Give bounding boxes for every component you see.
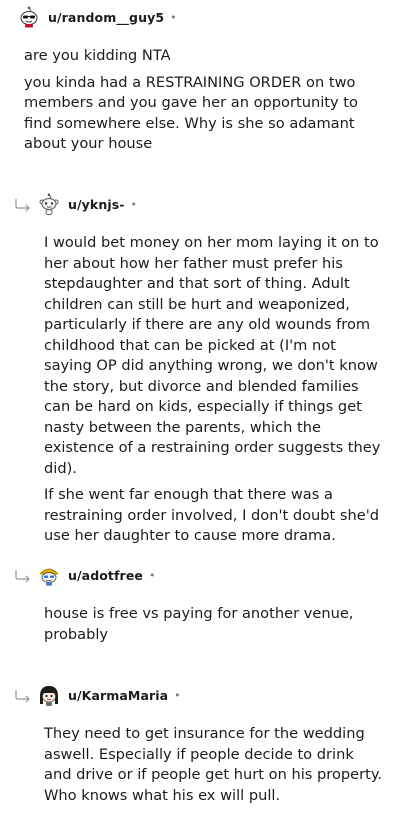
comment-paragraph: If she went far enough that there was a … (44, 486, 380, 544)
comment-header: u/KarmaMaria • (38, 683, 181, 707)
snoo-default-avatar-icon[interactable] (38, 193, 60, 215)
separator-dot: • (170, 10, 177, 24)
separator-dot: • (174, 688, 181, 702)
comment-body: are you kidding NTA you kinda had a REST… (24, 46, 384, 161)
comment-body: I would bet money on her mom laying it o… (44, 233, 384, 553)
comment-paragraph: They need to get insurance for the weddi… (44, 725, 383, 804)
comment-body: house is free vs paying for another venu… (44, 604, 384, 651)
comment-header: u/adotfree • (38, 563, 155, 587)
reply-arrow-icon (15, 570, 30, 583)
comment-username[interactable]: u/KarmaMaria (68, 688, 168, 703)
comment-header: u/yknjs- • (38, 192, 137, 216)
comment-paragraph: are you kidding NTA (24, 47, 171, 64)
comment-paragraph: house is free vs paying for another venu… (44, 605, 354, 643)
snoo-hardhat-avatar-icon[interactable] (38, 564, 60, 586)
comment-username[interactable]: u/yknjs- (68, 197, 125, 212)
reply-arrow-icon (15, 199, 30, 212)
comment-header: u/random__guy5 • (18, 5, 177, 29)
comment-body: They need to get insurance for the weddi… (44, 724, 384, 812)
comment-paragraph: I would bet money on her mom laying it o… (44, 234, 381, 477)
separator-dot: • (148, 568, 156, 582)
snoo-dark-hair-avatar-icon[interactable] (38, 684, 60, 706)
reply-arrow-icon (15, 690, 30, 703)
separator-dot: • (130, 197, 138, 211)
comment-paragraph: you kinda had a RESTRAINING ORDER on two… (24, 73, 358, 153)
comment-username[interactable]: u/random__guy5 (48, 10, 164, 25)
comment-username[interactable]: u/adotfree (68, 568, 143, 583)
snoo-sunglasses-avatar-icon[interactable] (18, 6, 40, 28)
